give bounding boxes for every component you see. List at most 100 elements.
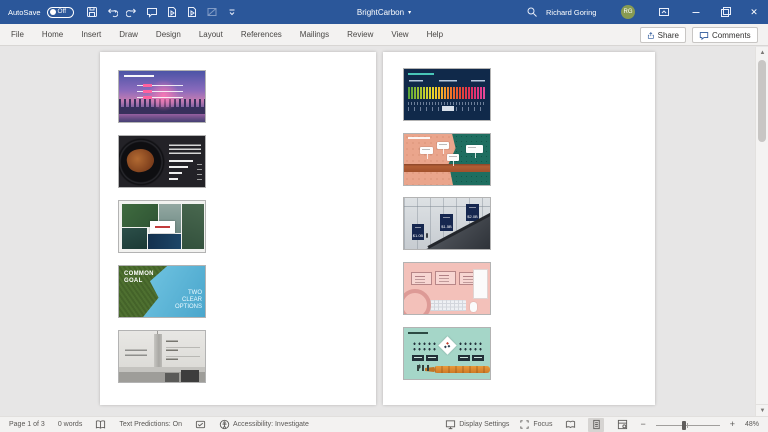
bullet-line bbox=[137, 84, 183, 87]
axis-ticks bbox=[408, 102, 486, 105]
autosave-state: Off bbox=[57, 7, 67, 15]
zoom-in-button[interactable]: + bbox=[730, 420, 735, 429]
display-settings-button[interactable]: Display Settings bbox=[445, 419, 509, 430]
slide-heading: COMMON GOAL bbox=[124, 271, 154, 284]
label-boxes-left bbox=[412, 355, 438, 361]
scroll-down-icon[interactable]: ▼ bbox=[756, 404, 768, 416]
gradient-bar-strip bbox=[408, 87, 486, 99]
title-dropdown-icon: ▾ bbox=[408, 9, 412, 16]
zoom-slider-thumb[interactable] bbox=[681, 420, 686, 430]
print-layout-button[interactable] bbox=[588, 417, 605, 432]
vertical-scrollbar[interactable]: ▲ ▼ bbox=[755, 47, 768, 416]
document-title[interactable]: BrightCarbon ▾ bbox=[357, 0, 411, 24]
ribbon-tab-draw[interactable]: Draw bbox=[110, 24, 147, 45]
ribbon-tab-home[interactable]: Home bbox=[33, 24, 72, 45]
focus-label: Focus bbox=[533, 421, 553, 428]
label-boxes-right bbox=[458, 355, 484, 361]
slide-thumbnail-2-steak-skillet[interactable] bbox=[118, 135, 206, 188]
ribbon-tab-mailings[interactable]: Mailings bbox=[291, 24, 338, 45]
share-label: Share bbox=[657, 30, 679, 40]
autosave-label: AutoSave bbox=[8, 7, 41, 17]
read-mode-icon bbox=[565, 419, 576, 430]
customize-qat-icon[interactable] bbox=[224, 5, 239, 20]
city-skyline bbox=[119, 367, 205, 382]
ribbon-tab-review[interactable]: Review bbox=[338, 24, 382, 45]
proofing-icon[interactable] bbox=[95, 419, 106, 430]
document-title-text: BrightCarbon bbox=[356, 7, 405, 17]
restore-button[interactable] bbox=[712, 0, 740, 24]
collage-photo-leaves bbox=[182, 204, 204, 249]
slide-thumbnail-4-forest-aerial[interactable]: COMMON GOAL TWO CLEAR OPTIONS bbox=[118, 265, 206, 318]
slide-thumbnail-1-city-skyline-dusk[interactable] bbox=[118, 70, 206, 123]
word-count[interactable]: 0 words bbox=[58, 421, 83, 428]
slide-thumbnail-3-nature-collage[interactable] bbox=[118, 200, 206, 253]
slide-text-right bbox=[166, 339, 200, 365]
ribbon-tab-file[interactable]: File bbox=[2, 24, 33, 45]
slide-thumbnail-10-network-cable[interactable] bbox=[403, 327, 491, 380]
slide-title-line bbox=[124, 75, 154, 77]
read-mode-button[interactable] bbox=[562, 418, 578, 432]
zoom-slider-notch bbox=[686, 422, 688, 428]
text-predictions-status[interactable]: Text Predictions: On bbox=[119, 421, 182, 428]
focus-icon bbox=[519, 419, 530, 430]
ribbon-tab-help[interactable]: Help bbox=[418, 24, 452, 45]
vertical-scrollbar-thumb[interactable] bbox=[758, 60, 766, 142]
ribbon-tab-design[interactable]: Design bbox=[147, 24, 190, 45]
zoom-out-button[interactable]: − bbox=[640, 420, 645, 429]
billboard-poster: $1.0B bbox=[412, 224, 424, 240]
close-button[interactable]: ✕ bbox=[740, 0, 768, 24]
callout-box bbox=[420, 147, 433, 159]
slide-thumbnail-7-beach-aerial[interactable] bbox=[403, 133, 491, 186]
mini-bar-chart bbox=[169, 160, 202, 181]
zoom-slider-track bbox=[655, 424, 720, 426]
comments-label: Comments bbox=[712, 30, 751, 40]
autosave-toggle[interactable]: Off bbox=[46, 6, 74, 18]
editor-check-icon[interactable] bbox=[195, 419, 206, 430]
slide-text-left bbox=[125, 347, 147, 356]
bullet-line bbox=[137, 96, 183, 99]
document-canvas[interactable]: COMMON GOAL TWO CLEAR OPTIONS $1.0B $1.5… bbox=[0, 47, 755, 416]
ribbon-tab-references[interactable]: References bbox=[232, 24, 291, 45]
ribbon-tab-view[interactable]: View bbox=[382, 24, 417, 45]
outlined-card bbox=[411, 272, 432, 285]
bullet-line bbox=[137, 90, 183, 93]
slide-thumbnail-8-station-billboards[interactable]: $1.0B $1.5B $2.0B bbox=[403, 197, 491, 250]
title-bar: AutoSave Off ▾ BrightCarbon ▾ Richard Go… bbox=[0, 0, 768, 24]
accessibility-status[interactable]: Accessibility: Investigate bbox=[233, 421, 309, 428]
save-icon[interactable] bbox=[84, 5, 99, 20]
search-icon[interactable] bbox=[524, 4, 540, 20]
callout-box bbox=[466, 145, 483, 158]
diamond-card bbox=[438, 336, 457, 355]
play-page-icon-2[interactable] bbox=[184, 5, 199, 20]
skyscraper-tower bbox=[154, 331, 162, 369]
slide-thumbnail-9-pink-desk[interactable] bbox=[403, 262, 491, 315]
ribbon-display-options-icon[interactable] bbox=[650, 0, 678, 24]
redo-icon[interactable] bbox=[124, 5, 139, 20]
scroll-up-icon[interactable]: ▲ bbox=[756, 47, 768, 59]
user-name[interactable]: Richard Goring bbox=[546, 0, 596, 24]
status-bar: Page 1 of 3 0 words Text Predictions: On… bbox=[0, 416, 768, 432]
slide-thumbnail-5-skyscraper[interactable] bbox=[118, 330, 206, 383]
minimize-button[interactable] bbox=[682, 0, 710, 24]
slide-subheading: TWO CLEAR OPTIONS bbox=[174, 290, 202, 310]
ribbon-tab-layout[interactable]: Layout bbox=[190, 24, 232, 45]
new-comment-icon[interactable] bbox=[144, 5, 159, 20]
print-layout-icon bbox=[591, 419, 602, 430]
page-indicator[interactable]: Page 1 of 3 bbox=[9, 421, 45, 428]
avatar[interactable]: RG bbox=[621, 5, 635, 19]
undo-dropdown-icon[interactable]: ▾ bbox=[114, 9, 117, 15]
play-page-icon-1[interactable] bbox=[164, 5, 179, 20]
steak-image bbox=[124, 146, 157, 175]
web-layout-button[interactable] bbox=[614, 418, 630, 432]
zoom-level[interactable]: 48% bbox=[745, 421, 759, 428]
page-1: COMMON GOAL TWO CLEAR OPTIONS bbox=[100, 52, 376, 405]
ribbon-tab-insert[interactable]: Insert bbox=[72, 24, 110, 45]
comments-button[interactable]: Comments bbox=[692, 27, 758, 43]
share-button[interactable]: Share bbox=[640, 27, 686, 43]
zoom-slider[interactable] bbox=[655, 420, 720, 430]
quick-access-toolbar: ▾ bbox=[84, 0, 239, 24]
focus-button[interactable]: Focus bbox=[519, 419, 552, 430]
billboard-poster: $1.5B bbox=[440, 214, 453, 231]
undo-icon[interactable]: ▾ bbox=[104, 5, 119, 20]
slide-thumbnail-6-gradient-bars[interactable] bbox=[403, 68, 491, 121]
